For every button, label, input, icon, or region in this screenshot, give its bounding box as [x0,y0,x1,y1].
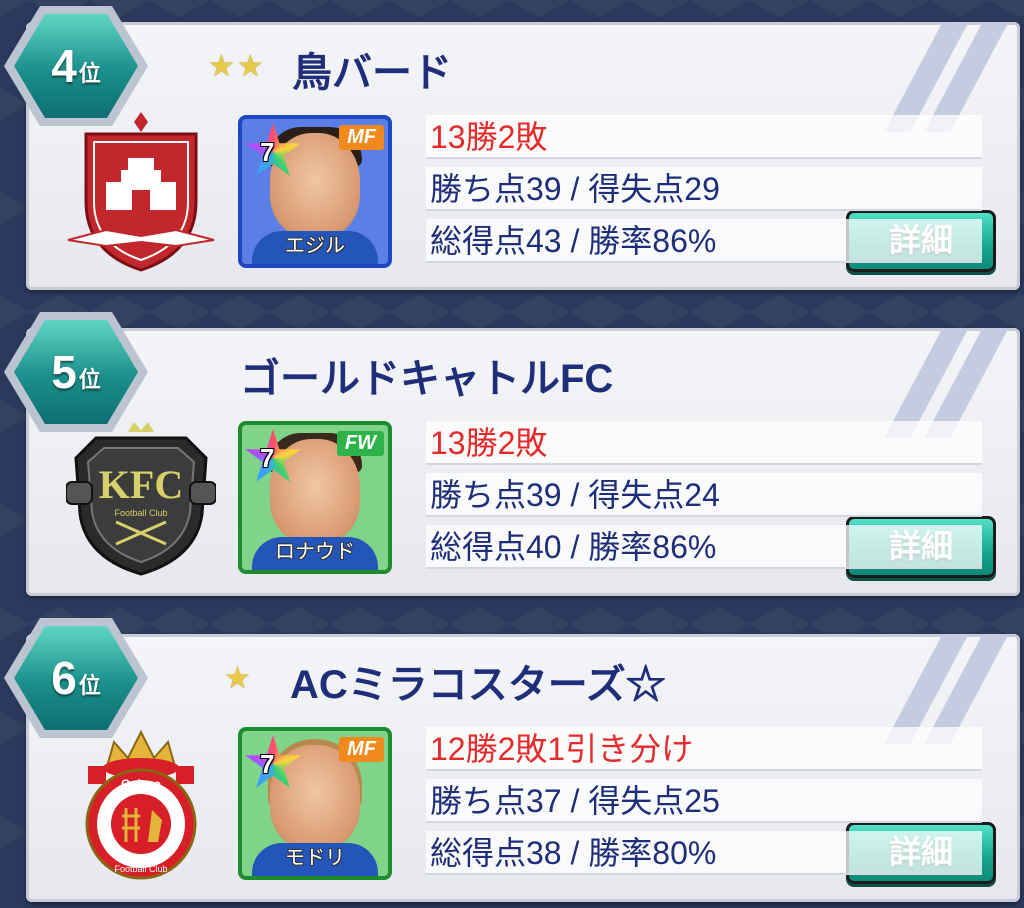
rank-number: 6 [51,652,77,704]
ranking-row: 詳細 6位 ★ ACミラコスターズ☆ Golazo Football Club … [0,612,1024,908]
team-name[interactable]: ACミラコスターズ☆ [290,652,666,710]
player-card[interactable]: 7 FW ロナウド [238,421,392,574]
win-loss-record: 12勝2敗1引き分け [426,727,982,771]
emblem-subtext: Football Club [114,864,167,874]
rarity-number: 7 [260,137,275,167]
rank-number: 5 [51,346,77,398]
rank-number: 4 [51,40,77,92]
position-badge: FW [336,431,384,456]
ranking-row: 詳細 4位 ★ ★ 鳥バード 7 MF エジル 13勝2敗 勝ち点39 / 得失… [0,0,1024,296]
goals-line: 総得点38 / 勝率80% [426,831,982,875]
team-name[interactable]: 鳥バード [292,40,452,98]
position-badge: MF [339,125,384,150]
player-name: モドリ [285,845,345,869]
emblem-text: Golazo [121,777,161,791]
team-name[interactable]: ゴールドキャトルFC [240,346,613,404]
star-icon: ★ [236,49,264,84]
kfc-crest-emblem-icon[interactable]: KFC Football Club [66,418,216,578]
rank-suffix: 位 [78,62,101,87]
team-stats: 13勝2敗 勝ち点39 / 得失点29 総得点43 / 勝率86% [426,115,982,268]
star-icon: ★ [208,49,235,84]
emblem-text: KFC [99,462,183,507]
goals-line: 総得点43 / 勝率86% [426,219,982,263]
goals-line: 総得点40 / 勝率86% [426,525,982,569]
team-stats: 13勝2敗 勝ち点39 / 得失点24 総得点40 / 勝率86% [426,421,982,574]
star-rating: ★ ★ [208,52,264,82]
star-rating: ★ [224,664,251,694]
player-name: エジル [285,233,345,257]
rarity-number: 7 [260,443,275,473]
player-card[interactable]: 7 MF モドリ [238,727,392,880]
ranking-row: 詳細 5位 ゴールドキャトルFC KFC Football Club 7 FW … [0,306,1024,602]
points-line: 勝ち点37 / 得失点25 [426,779,982,823]
position-badge: MF [339,737,384,762]
emblem-subtext: Football Club [114,508,167,518]
team-stats: 12勝2敗1引き分け 勝ち点37 / 得失点25 総得点38 / 勝率80% [426,727,982,880]
rank-suffix: 位 [78,674,101,699]
player-name: ロナウド [275,539,355,563]
win-loss-record: 13勝2敗 [426,421,982,465]
star-icon: ★ [224,661,251,696]
rank-suffix: 位 [78,368,101,393]
points-line: 勝ち点39 / 得失点24 [426,473,982,517]
player-card[interactable]: 7 MF エジル [238,115,392,268]
castle-shield-emblem-icon[interactable] [66,112,216,272]
win-loss-record: 13勝2敗 [426,115,982,159]
rarity-number: 7 [260,749,275,779]
points-line: 勝ち点39 / 得失点29 [426,167,982,211]
crown-roundel-emblem-icon[interactable]: Golazo Football Club [66,724,216,884]
